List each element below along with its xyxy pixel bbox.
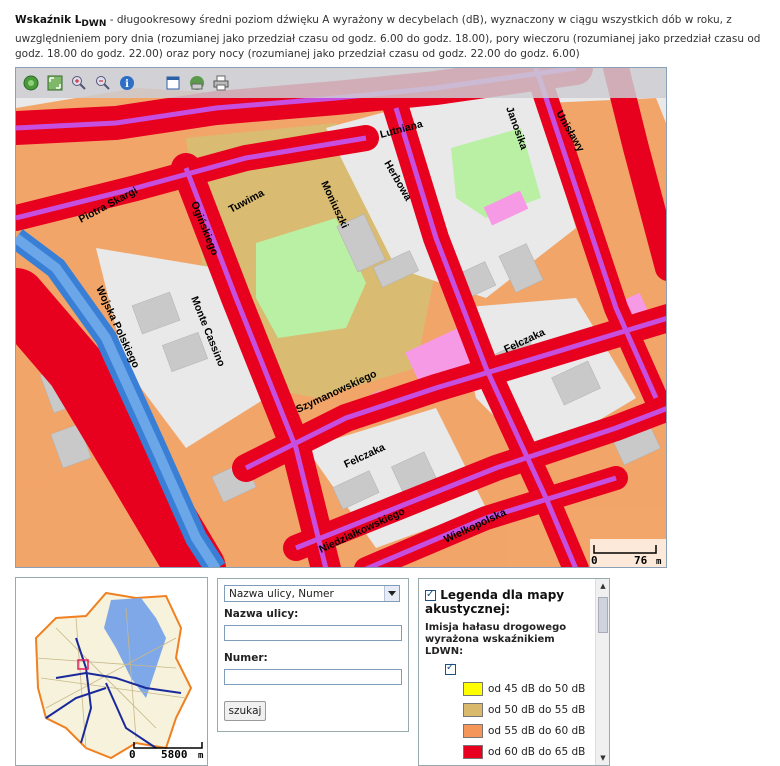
street-label: Nazwa ulicy: [224, 608, 299, 620]
search-panel: Nazwa ulicy, Numer Nazwa ulicy: Numer: s… [217, 578, 409, 732]
legend-item: od 50 dB do 55 dB [463, 703, 595, 717]
legend-toggle-checkbox[interactable] [425, 588, 436, 602]
search-type-select[interactable]: Nazwa ulicy, Numer [224, 585, 400, 602]
scroll-thumb[interactable] [598, 597, 608, 633]
legend-item-label: od 55 dB do 60 dB [488, 725, 586, 737]
globe-icon[interactable] [21, 73, 41, 93]
zoom-in-icon[interactable] [69, 73, 89, 93]
legend-item-label: od 60 dB do 65 dB [488, 746, 586, 758]
info-icon[interactable]: i [117, 73, 137, 93]
number-input[interactable] [224, 669, 402, 685]
layer-checkbox[interactable] [445, 662, 456, 675]
legend-subtitle: Imisja hałasu drogowego wyrażona wskaźni… [425, 622, 567, 657]
overview-scale-value: 5800 [161, 748, 188, 760]
legend-item-label: od 50 dB do 55 dB [488, 704, 586, 716]
legend-swatch [463, 682, 483, 696]
svg-text:i: i [125, 79, 129, 90]
noise-map[interactable]: Lutniana Janosika Unisławy Herbowa Piotr… [15, 67, 667, 568]
scale-unit: m [656, 557, 662, 567]
map-scale-bar: 0 76 m [590, 539, 666, 567]
zoom-full-icon[interactable] [45, 73, 65, 93]
scale-zero: 0 [591, 554, 598, 567]
overview-scale-zero: 0 [129, 748, 136, 760]
overview-scale-bar: 0 5800 m [16, 740, 207, 763]
print-icon[interactable] [211, 73, 231, 93]
number-label: Numer: [224, 652, 268, 664]
legend-scrollbar[interactable]: ▲ ▼ [595, 579, 609, 765]
window-icon[interactable] [163, 73, 183, 93]
legend-item: od 45 dB do 50 dB [463, 682, 595, 696]
map-canvas[interactable]: Lutniana Janosika Unisławy Herbowa Piotr… [16, 68, 667, 568]
legend-swatch [463, 745, 483, 759]
search-type-value: Nazwa ulicy, Numer [229, 587, 334, 600]
legend-item: od 55 dB do 60 dB [463, 724, 595, 738]
legend-item: od 60 dB do 65 dB [463, 745, 595, 759]
scale-value: 76 [634, 554, 648, 567]
description-text: Wskaźnik LDWN - długookresowy średni poz… [15, 14, 761, 61]
scroll-down-icon[interactable]: ▼ [596, 751, 609, 765]
search-button[interactable]: szukaj [224, 701, 266, 721]
legend-panel: Legenda dla mapy akustycznej: Imisja hał… [418, 578, 610, 766]
map-toolbar: i [16, 68, 666, 98]
overview-scale-unit: m [198, 751, 204, 760]
legend-item-label: od 45 dB do 50 dB [488, 683, 586, 695]
legend-swatch [463, 724, 483, 738]
legend-swatch [463, 703, 483, 717]
layers-icon[interactable] [187, 73, 207, 93]
zoom-out-icon[interactable] [93, 73, 113, 93]
overview-map[interactable]: 0 5800 m [15, 577, 208, 766]
chevron-down-icon[interactable] [384, 586, 399, 601]
scroll-up-icon[interactable]: ▲ [596, 579, 609, 593]
legend-title: Legenda dla mapy akustycznej: [425, 588, 565, 616]
street-input[interactable] [224, 625, 402, 641]
